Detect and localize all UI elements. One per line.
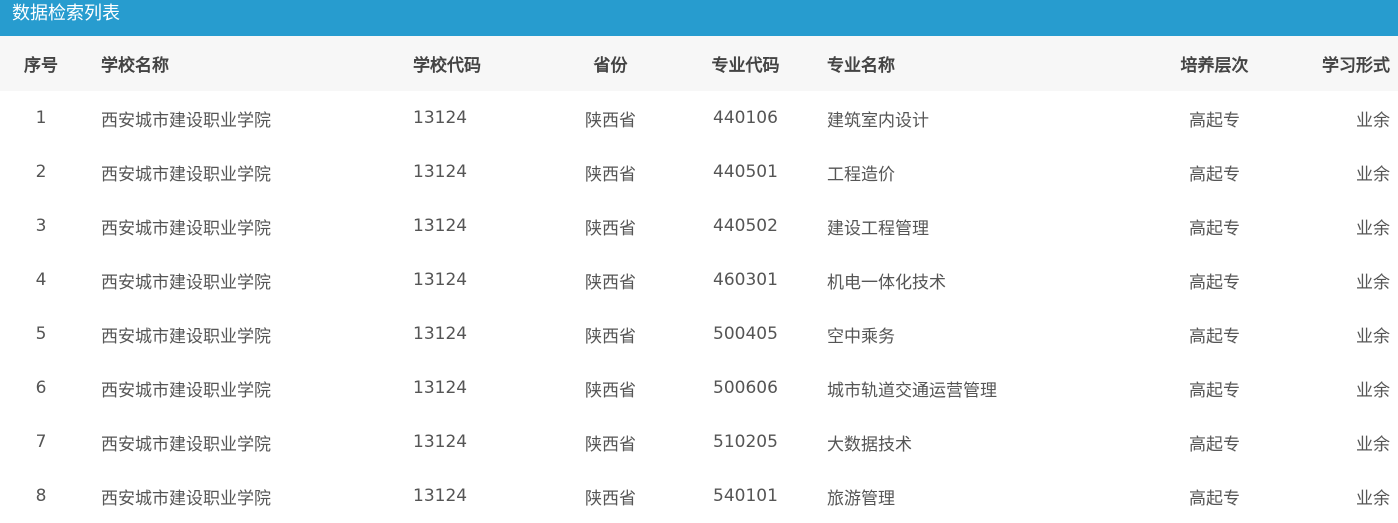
cell-school-code: 13124 — [413, 162, 468, 182]
cell-major-code: 510205 — [713, 432, 778, 452]
cell-education-level: 高起专 — [1189, 380, 1240, 401]
table-row: 8 西安城市建设职业学院 13124 陕西省 540101 旅游管理 高起专 业… — [0, 469, 1398, 523]
cell-education-level: 高起专 — [1189, 434, 1240, 455]
header-school-name: 学校名称 — [101, 56, 169, 76]
cell-study-mode: 业余 — [1356, 326, 1390, 347]
header-school-code: 学校代码 — [413, 56, 481, 76]
cell-serial-number: 6 — [35, 378, 47, 398]
cell-study-mode: 业余 — [1356, 110, 1390, 131]
cell-major-name: 大数据技术 — [827, 434, 912, 455]
cell-serial-number: 3 — [35, 216, 47, 236]
table-header-row: 序号 学校名称 学校代码 省份 专业代码 专业名称 培养层次 学习形式 — [0, 36, 1398, 91]
cell-province: 陕西省 — [585, 488, 636, 509]
cell-school-name: 西安城市建设职业学院 — [101, 110, 271, 131]
table-row: 4 西安城市建设职业学院 13124 陕西省 460301 机电一体化技术 高起… — [0, 253, 1398, 307]
cell-study-mode: 业余 — [1356, 218, 1390, 239]
table-row: 7 西安城市建设职业学院 13124 陕西省 510205 大数据技术 高起专 … — [0, 415, 1398, 469]
header-study-mode: 学习形式 — [1322, 56, 1390, 76]
table-row: 5 西安城市建设职业学院 13124 陕西省 500405 空中乘务 高起专 业… — [0, 307, 1398, 361]
cell-major-name: 工程造价 — [827, 164, 895, 185]
cell-serial-number: 2 — [35, 162, 47, 182]
cell-major-code: 440501 — [713, 162, 778, 182]
cell-major-code: 500606 — [713, 378, 778, 398]
cell-serial-number: 8 — [35, 486, 47, 506]
title-bar: 数据检索列表 — [0, 0, 1398, 36]
cell-province: 陕西省 — [585, 380, 636, 401]
cell-serial-number: 1 — [35, 108, 47, 128]
header-major-code: 专业代码 — [711, 56, 780, 76]
cell-school-code: 13124 — [413, 486, 468, 506]
cell-education-level: 高起专 — [1189, 110, 1240, 131]
cell-school-name: 西安城市建设职业学院 — [101, 218, 271, 239]
cell-school-name: 西安城市建设职业学院 — [101, 380, 271, 401]
cell-major-code: 440106 — [713, 108, 778, 128]
cell-education-level: 高起专 — [1189, 218, 1240, 239]
cell-school-code: 13124 — [413, 432, 468, 452]
cell-major-code: 500405 — [713, 324, 778, 344]
cell-major-name: 空中乘务 — [827, 326, 895, 347]
cell-school-name: 西安城市建设职业学院 — [101, 434, 271, 455]
cell-serial-number: 7 — [35, 432, 47, 452]
cell-province: 陕西省 — [585, 110, 636, 131]
cell-major-name: 旅游管理 — [827, 488, 895, 509]
cell-major-code: 460301 — [713, 270, 778, 290]
header-major-name: 专业名称 — [827, 56, 895, 76]
page-title: 数据检索列表 — [12, 3, 120, 24]
data-table: 序号 学校名称 学校代码 省份 专业代码 专业名称 培养层次 学习形式 1 西安… — [0, 36, 1398, 523]
cell-study-mode: 业余 — [1356, 488, 1390, 509]
table-row: 3 西安城市建设职业学院 13124 陕西省 440502 建设工程管理 高起专… — [0, 199, 1398, 253]
cell-school-code: 13124 — [413, 270, 468, 290]
cell-serial-number: 4 — [35, 270, 47, 290]
header-province: 省份 — [593, 56, 628, 76]
cell-education-level: 高起专 — [1189, 326, 1240, 347]
cell-school-code: 13124 — [413, 216, 468, 236]
cell-school-code: 13124 — [413, 378, 468, 398]
header-education-level: 培养层次 — [1180, 56, 1249, 76]
table-row: 6 西安城市建设职业学院 13124 陕西省 500606 城市轨道交通运营管理… — [0, 361, 1398, 415]
cell-school-code: 13124 — [413, 324, 468, 344]
cell-education-level: 高起专 — [1189, 164, 1240, 185]
table-row: 2 西安城市建设职业学院 13124 陕西省 440501 工程造价 高起专 业… — [0, 145, 1398, 199]
cell-province: 陕西省 — [585, 326, 636, 347]
cell-school-name: 西安城市建设职业学院 — [101, 488, 271, 509]
cell-major-name: 城市轨道交通运营管理 — [827, 380, 997, 401]
cell-serial-number: 5 — [35, 324, 47, 344]
cell-major-code: 440502 — [713, 216, 778, 236]
cell-province: 陕西省 — [585, 272, 636, 293]
cell-study-mode: 业余 — [1356, 434, 1390, 455]
header-serial-number: 序号 — [24, 56, 58, 76]
cell-school-name: 西安城市建设职业学院 — [101, 272, 271, 293]
cell-school-code: 13124 — [413, 108, 468, 128]
cell-major-name: 建设工程管理 — [827, 218, 929, 239]
cell-study-mode: 业余 — [1356, 164, 1390, 185]
cell-study-mode: 业余 — [1356, 272, 1390, 293]
table-row: 1 西安城市建设职业学院 13124 陕西省 440106 建筑室内设计 高起专… — [0, 91, 1398, 145]
cell-school-name: 西安城市建设职业学院 — [101, 164, 271, 185]
cell-education-level: 高起专 — [1189, 488, 1240, 509]
cell-province: 陕西省 — [585, 434, 636, 455]
cell-province: 陕西省 — [585, 164, 636, 185]
cell-province: 陕西省 — [585, 218, 636, 239]
cell-major-name: 建筑室内设计 — [827, 110, 929, 131]
cell-major-name: 机电一体化技术 — [827, 272, 946, 293]
cell-school-name: 西安城市建设职业学院 — [101, 326, 271, 347]
cell-study-mode: 业余 — [1356, 380, 1390, 401]
cell-education-level: 高起专 — [1189, 272, 1240, 293]
cell-major-code: 540101 — [713, 486, 778, 506]
